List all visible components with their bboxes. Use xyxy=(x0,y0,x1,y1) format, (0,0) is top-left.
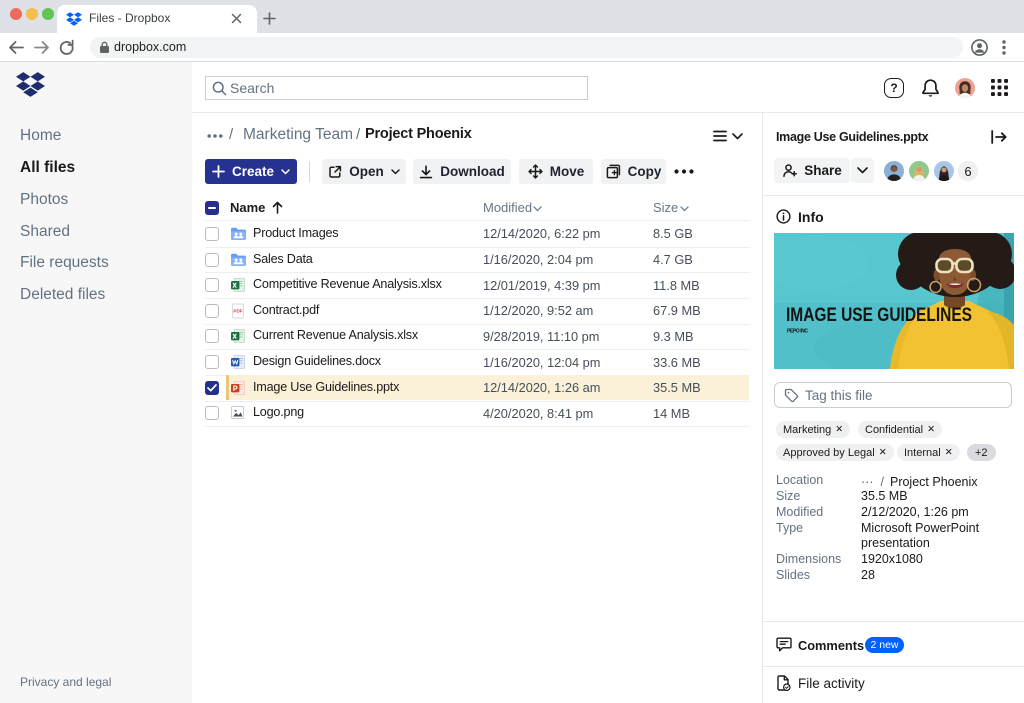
svg-text:PEPO INC: PEPO INC xyxy=(787,329,808,335)
svg-text:IMAGE USE GUIDELINES: IMAGE USE GUIDELINES xyxy=(786,305,972,326)
svg-text:PDF: PDF xyxy=(233,308,242,313)
